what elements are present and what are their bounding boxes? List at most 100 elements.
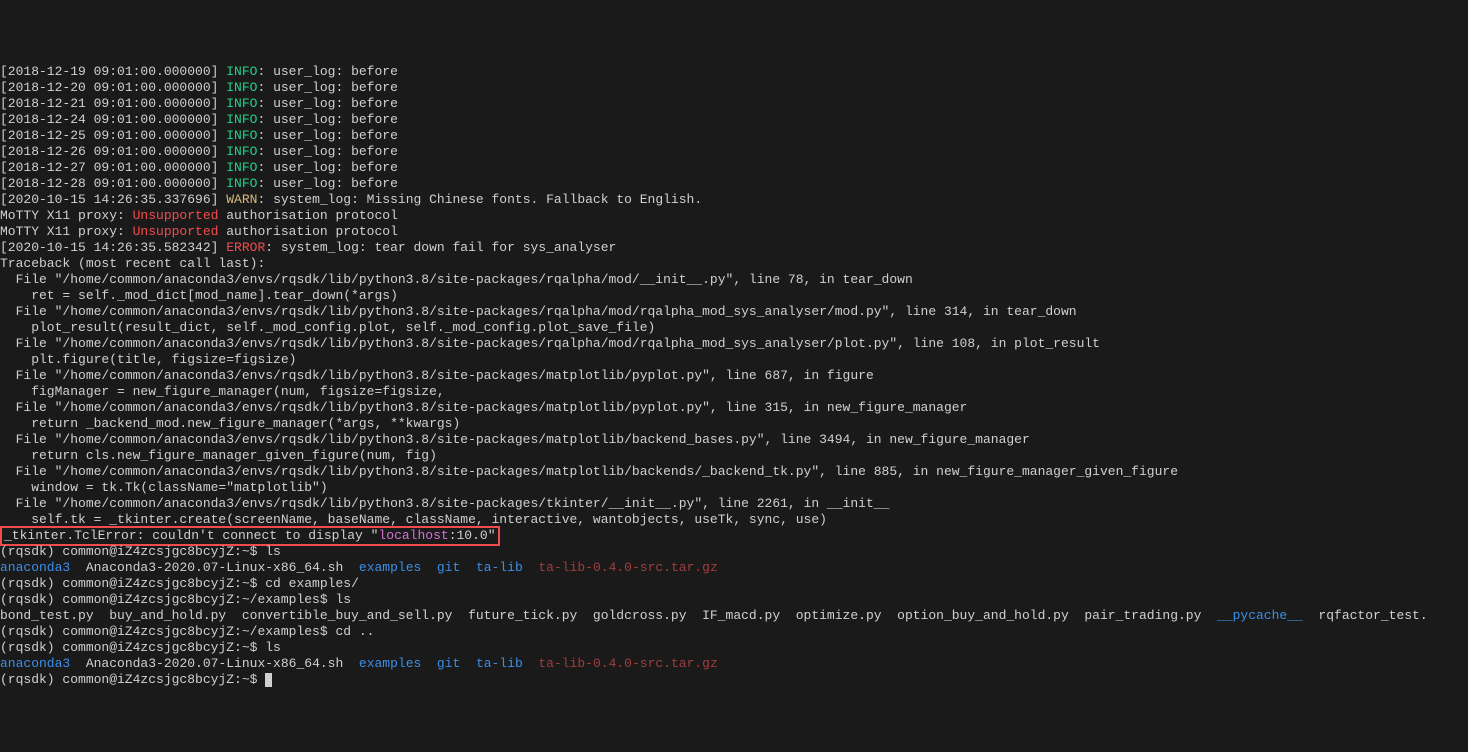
terminal-line: (rqsdk) common@iZ4zcsjgc8bcyjZ:~$ ls xyxy=(0,544,1468,560)
traceback-line: File "/home/common/anaconda3/envs/rqsdk/… xyxy=(0,336,1100,351)
log-level-info: INFO xyxy=(226,80,257,95)
log-timestamp: [2018-12-24 09:01:00.000000] xyxy=(0,112,226,127)
log-message: : user_log: before xyxy=(257,80,397,95)
terminal-output[interactable]: [2018-12-19 09:01:00.000000] INFO: user_… xyxy=(0,64,1468,688)
terminal-line: File "/home/common/anaconda3/envs/rqsdk/… xyxy=(0,432,1468,448)
cursor xyxy=(265,673,272,687)
localhost-text: localhost xyxy=(378,528,448,543)
traceback-line: ret = self._mod_dict[mod_name].tear_down… xyxy=(0,288,398,303)
traceback-line: File "/home/common/anaconda3/envs/rqsdk/… xyxy=(0,304,1077,319)
ls-sep xyxy=(460,560,476,575)
log-message: : user_log: before xyxy=(257,112,397,127)
terminal-line: anaconda3 Anaconda3-2020.07-Linux-x86_64… xyxy=(0,560,1468,576)
ls-sep xyxy=(70,656,86,671)
terminal-line: return cls.new_figure_manager_given_figu… xyxy=(0,448,1468,464)
shell-command: ls xyxy=(265,640,281,655)
log-message: : user_log: before xyxy=(257,96,397,111)
log-timestamp: [2018-12-20 09:01:00.000000] xyxy=(0,80,226,95)
log-message: : system_log: Missing Chinese fonts. Fal… xyxy=(257,192,702,207)
terminal-line: File "/home/common/anaconda3/envs/rqsdk/… xyxy=(0,464,1468,480)
terminal-line: [2018-12-27 09:01:00.000000] INFO: user_… xyxy=(0,160,1468,176)
traceback-line: plot_result(result_dict, self._mod_confi… xyxy=(0,320,655,335)
terminal-line: [2020-10-15 14:26:35.337696] WARN: syste… xyxy=(0,192,1468,208)
ls-sep xyxy=(460,656,476,671)
ls-item: ta-lib-0.4.0-src.tar.gz xyxy=(538,656,717,671)
log-timestamp: [2020-10-15 14:26:35.337696] xyxy=(0,192,226,207)
ls-sep: Anaconda3-2020.07-Linux-x86_64.sh xyxy=(86,560,343,575)
ls-sep xyxy=(421,560,437,575)
terminal-line: plot_result(result_dict, self._mod_confi… xyxy=(0,320,1468,336)
shell-prompt: (rqsdk) common@iZ4zcsjgc8bcyjZ:~$ xyxy=(0,672,265,687)
proxy-suffix: authorisation protocol xyxy=(218,208,397,223)
traceback-line: File "/home/common/anaconda3/envs/rqsdk/… xyxy=(0,496,889,511)
ls-item: anaconda3 xyxy=(0,656,70,671)
shell-prompt: (rqsdk) common@iZ4zcsjgc8bcyjZ:~$ xyxy=(0,576,265,591)
log-message: : user_log: before xyxy=(257,176,397,191)
terminal-line: [2020-10-15 14:26:35.582342] ERROR: syst… xyxy=(0,240,1468,256)
traceback-line: window = tk.Tk(className="matplotlib") xyxy=(0,480,328,495)
ls-item: examples xyxy=(359,560,421,575)
terminal-line: [2018-12-25 09:01:00.000000] INFO: user_… xyxy=(0,128,1468,144)
log-message: : user_log: before xyxy=(257,128,397,143)
terminal-line: File "/home/common/anaconda3/envs/rqsdk/… xyxy=(0,496,1468,512)
proxy-suffix: authorisation protocol xyxy=(218,224,397,239)
traceback-line: File "/home/common/anaconda3/envs/rqsdk/… xyxy=(0,272,913,287)
ls-item: ta-lib xyxy=(476,560,523,575)
traceback-line: File "/home/common/anaconda3/envs/rqsdk/… xyxy=(0,400,967,415)
log-level-error: ERROR xyxy=(226,240,265,255)
proxy-unsupported: Unsupported xyxy=(133,224,219,239)
terminal-line: File "/home/common/anaconda3/envs/rqsdk/… xyxy=(0,272,1468,288)
terminal-line: Traceback (most recent call last): xyxy=(0,256,1468,272)
terminal-line: window = tk.Tk(className="matplotlib") xyxy=(0,480,1468,496)
shell-command: ls xyxy=(265,544,281,559)
ls-item: ta-lib xyxy=(476,656,523,671)
ls-sep: Anaconda3-2020.07-Linux-x86_64.sh xyxy=(86,656,343,671)
terminal-line: File "/home/common/anaconda3/envs/rqsdk/… xyxy=(0,304,1468,320)
traceback-line: self.tk = _tkinter.create(screenName, ba… xyxy=(0,512,827,527)
traceback-header: Traceback (most recent call last): xyxy=(0,256,265,271)
ls-sep xyxy=(523,560,539,575)
traceback-line: return cls.new_figure_manager_given_figu… xyxy=(0,448,437,463)
shell-prompt: (rqsdk) common@iZ4zcsjgc8bcyjZ:~/example… xyxy=(0,624,335,639)
terminal-line: figManager = new_figure_manager(num, fig… xyxy=(0,384,1468,400)
terminal-line: plt.figure(title, figsize=figsize) xyxy=(0,352,1468,368)
terminal-line: [2018-12-26 09:01:00.000000] INFO: user_… xyxy=(0,144,1468,160)
log-level-info: INFO xyxy=(226,64,257,79)
log-level-info: INFO xyxy=(226,112,257,127)
log-level-info: INFO xyxy=(226,128,257,143)
log-level-info: INFO xyxy=(226,144,257,159)
ls-sep: rqfactor_test. xyxy=(1303,608,1428,623)
traceback-line: plt.figure(title, figsize=figsize) xyxy=(0,352,296,367)
log-message: : user_log: before xyxy=(257,64,397,79)
terminal-line: ret = self._mod_dict[mod_name].tear_down… xyxy=(0,288,1468,304)
ls-item: git xyxy=(437,560,460,575)
terminal-line: [2018-12-21 09:01:00.000000] INFO: user_… xyxy=(0,96,1468,112)
shell-command: cd .. xyxy=(335,624,374,639)
ls-item: git xyxy=(437,656,460,671)
terminal-line: File "/home/common/anaconda3/envs/rqsdk/… xyxy=(0,368,1468,384)
terminal-line: MoTTY X11 proxy: Unsupported authorisati… xyxy=(0,208,1468,224)
log-timestamp: [2018-12-21 09:01:00.000000] xyxy=(0,96,226,111)
shell-command: cd examples/ xyxy=(265,576,359,591)
proxy-prefix: MoTTY X11 proxy: xyxy=(0,224,133,239)
terminal-line: File "/home/common/anaconda3/envs/rqsdk/… xyxy=(0,336,1468,352)
shell-prompt: (rqsdk) common@iZ4zcsjgc8bcyjZ:~/example… xyxy=(0,592,335,607)
highlighted-error: _tkinter.TclError: couldn't connect to d… xyxy=(0,526,500,546)
terminal-line: [2018-12-28 09:01:00.000000] INFO: user_… xyxy=(0,176,1468,192)
terminal-line: _tkinter.TclError: couldn't connect to d… xyxy=(0,528,1468,544)
log-message: : system_log: tear down fail for sys_ana… xyxy=(265,240,616,255)
terminal-line: anaconda3 Anaconda3-2020.07-Linux-x86_64… xyxy=(0,656,1468,672)
traceback-line: File "/home/common/anaconda3/envs/rqsdk/… xyxy=(0,432,1030,447)
terminal-line: (rqsdk) common@iZ4zcsjgc8bcyjZ:~$ ls xyxy=(0,640,1468,656)
log-level-info: INFO xyxy=(226,176,257,191)
ls-sep xyxy=(70,560,86,575)
proxy-prefix: MoTTY X11 proxy: xyxy=(0,208,133,223)
log-level-warn: WARN xyxy=(226,192,257,207)
ls-item: anaconda3 xyxy=(0,560,70,575)
terminal-line: [2018-12-20 09:01:00.000000] INFO: user_… xyxy=(0,80,1468,96)
terminal-line: File "/home/common/anaconda3/envs/rqsdk/… xyxy=(0,400,1468,416)
ls-sep xyxy=(523,656,539,671)
ls-sep xyxy=(343,560,359,575)
terminal-line: (rqsdk) common@iZ4zcsjgc8bcyjZ:~$ cd exa… xyxy=(0,576,1468,592)
ls-item: ta-lib-0.4.0-src.tar.gz xyxy=(538,560,717,575)
